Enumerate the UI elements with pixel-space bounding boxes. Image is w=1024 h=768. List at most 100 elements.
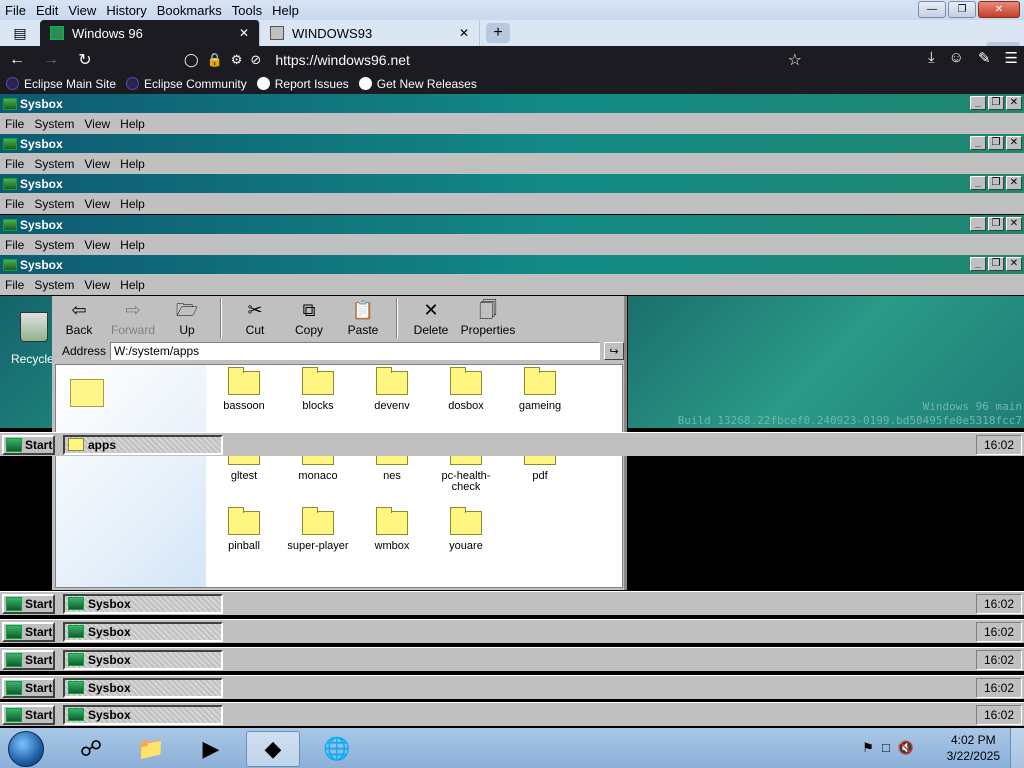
reload-button[interactable]: ↻: [68, 50, 102, 70]
menu-view[interactable]: View: [63, 3, 101, 18]
start-button[interactable]: Start: [2, 649, 55, 670]
maximize-button[interactable]: ❐: [988, 96, 1004, 110]
lock-icon[interactable]: 🔒: [207, 52, 223, 68]
forward-button[interactable]: →: [34, 51, 68, 69]
menu-history[interactable]: History: [101, 3, 151, 18]
menu-system[interactable]: System: [29, 278, 79, 292]
new-tab-button[interactable]: +: [486, 23, 510, 43]
minimize-button[interactable]: _: [970, 257, 986, 271]
menu-file[interactable]: File: [0, 197, 29, 211]
menu-help[interactable]: Help: [115, 117, 150, 131]
close-button[interactable]: ✕: [1006, 96, 1022, 110]
hamburger-menu-icon[interactable]: ☰: [1005, 49, 1018, 67]
menu-bookmarks[interactable]: Bookmarks: [152, 3, 227, 18]
delete-button[interactable]: ✕ Delete: [404, 296, 458, 340]
folder-item[interactable]: wmbox: [356, 507, 428, 552]
menu-help[interactable]: Help: [115, 238, 150, 252]
bookmark-report-issues[interactable]: Report Issues: [256, 77, 349, 91]
bookmark-star-icon[interactable]: ☆: [788, 50, 802, 70]
browser-globe-icon[interactable]: 🌐: [310, 731, 364, 767]
url-bar[interactable]: ◯ 🔒 ⚙ ⊘ https://windows96.net ☆: [176, 48, 812, 71]
recycle-bin[interactable]: Recycle: [0, 296, 54, 428]
menu-edit[interactable]: Edit: [31, 3, 63, 18]
menu-tools[interactable]: Tools: [227, 3, 267, 18]
address-input[interactable]: W:/system/apps: [110, 342, 601, 360]
folder-item[interactable]: devenv: [356, 367, 428, 412]
menu-help[interactable]: Help: [115, 197, 150, 211]
folder-item[interactable]: youare: [430, 507, 502, 552]
gitkraken-icon[interactable]: ◆: [246, 731, 300, 767]
paste-button[interactable]: 📋 Paste: [336, 296, 390, 340]
tab-close-icon[interactable]: ✕: [459, 26, 469, 40]
folder-item[interactable]: blocks: [282, 367, 354, 412]
close-button[interactable]: ✕: [1006, 217, 1022, 231]
start-button[interactable]: Start: [2, 434, 55, 455]
restore-button[interactable]: ❐: [948, 1, 976, 18]
menu-view[interactable]: View: [79, 117, 115, 131]
close-button[interactable]: ✕: [1006, 136, 1022, 150]
download-icon[interactable]: ⤓: [928, 49, 935, 67]
maximize-button[interactable]: ❐: [988, 217, 1004, 231]
bookmark-eclipse-main[interactable]: Eclipse Main Site: [6, 77, 116, 91]
folder-item[interactable]: gameing: [504, 367, 576, 412]
back-button[interactable]: ←: [0, 51, 34, 69]
sysbox-titlebar[interactable]: Sysbox _ ❐ ✕: [0, 174, 1024, 193]
close-button[interactable]: ✕: [1006, 176, 1022, 190]
internet-explorer-icon[interactable]: ☍: [64, 731, 118, 767]
show-desktop-button[interactable]: [1010, 728, 1024, 768]
menu-file[interactable]: File: [0, 117, 29, 131]
menu-system[interactable]: System: [29, 197, 79, 211]
start-button[interactable]: Start: [2, 704, 55, 725]
minimize-button[interactable]: _: [970, 176, 986, 190]
menu-file[interactable]: File: [0, 3, 31, 18]
action-center-flag-icon[interactable]: ⚑: [862, 740, 874, 756]
taskbar-item[interactable]: Sysbox: [63, 677, 223, 698]
menu-file[interactable]: File: [0, 157, 29, 171]
sysbox-titlebar[interactable]: Sysbox _ ❐ ✕: [0, 215, 1024, 234]
sysbox-titlebar[interactable]: Sysbox _ ❐ ✕: [0, 255, 1024, 274]
menu-help[interactable]: Help: [267, 3, 304, 18]
menu-system[interactable]: System: [29, 238, 79, 252]
minimize-button[interactable]: —: [918, 1, 946, 18]
properties-button[interactable]: 🗍 Properties: [458, 296, 518, 340]
bookmark-eclipse-community[interactable]: Eclipse Community: [126, 77, 247, 91]
taskbar-item[interactable]: Sysbox: [63, 649, 223, 670]
back-button[interactable]: ⇦ Back: [52, 296, 106, 340]
menu-help[interactable]: Help: [115, 278, 150, 292]
file-explorer-icon[interactable]: 📁: [124, 731, 178, 767]
folder-item[interactable]: bassoon: [208, 367, 280, 412]
tracking-icon[interactable]: ⊘: [250, 52, 261, 68]
tab-windows93[interactable]: WINDOWS93 ✕: [260, 20, 480, 46]
maximize-button[interactable]: ❐: [988, 136, 1004, 150]
menu-view[interactable]: View: [79, 278, 115, 292]
close-window-button[interactable]: ✕: [978, 1, 1020, 18]
sysbox-titlebar[interactable]: Sysbox _ ❐ ✕: [0, 134, 1024, 153]
network-icon[interactable]: □: [882, 740, 890, 756]
taskbar-item[interactable]: Sysbox: [63, 593, 223, 614]
menu-system[interactable]: System: [29, 157, 79, 171]
taskbar-item[interactable]: apps: [63, 434, 223, 455]
close-button[interactable]: ✕: [1006, 257, 1022, 271]
extensions-icon[interactable]: ✎: [978, 49, 991, 67]
menu-system[interactable]: System: [29, 117, 79, 131]
maximize-button[interactable]: ❐: [988, 176, 1004, 190]
permissions-icon[interactable]: ⚙: [231, 52, 243, 68]
forward-button[interactable]: ⇨ Forward: [106, 296, 160, 340]
start-button[interactable]: Start: [2, 677, 55, 698]
folder-item[interactable]: dosbox: [430, 367, 502, 412]
start-button[interactable]: Start: [2, 621, 55, 642]
menu-file[interactable]: File: [0, 238, 29, 252]
minimize-button[interactable]: _: [970, 136, 986, 150]
sysbox-titlebar[interactable]: Sysbox _ ❐ ✕: [0, 94, 1024, 113]
cut-button[interactable]: ✂ Cut: [228, 296, 282, 340]
minimize-button[interactable]: _: [970, 96, 986, 110]
menu-view[interactable]: View: [79, 238, 115, 252]
up-button[interactable]: 🗁 Up: [160, 296, 214, 340]
menu-view[interactable]: View: [79, 197, 115, 211]
maximize-button[interactable]: ❐: [988, 257, 1004, 271]
taskbar-item[interactable]: Sysbox: [63, 621, 223, 642]
system-clock[interactable]: 4:02 PM 3/22/2025: [947, 732, 1000, 764]
tab-list-button[interactable]: ▤: [0, 20, 40, 46]
account-icon[interactable]: ☺: [949, 49, 964, 67]
shield-icon[interactable]: ◯: [184, 52, 199, 68]
